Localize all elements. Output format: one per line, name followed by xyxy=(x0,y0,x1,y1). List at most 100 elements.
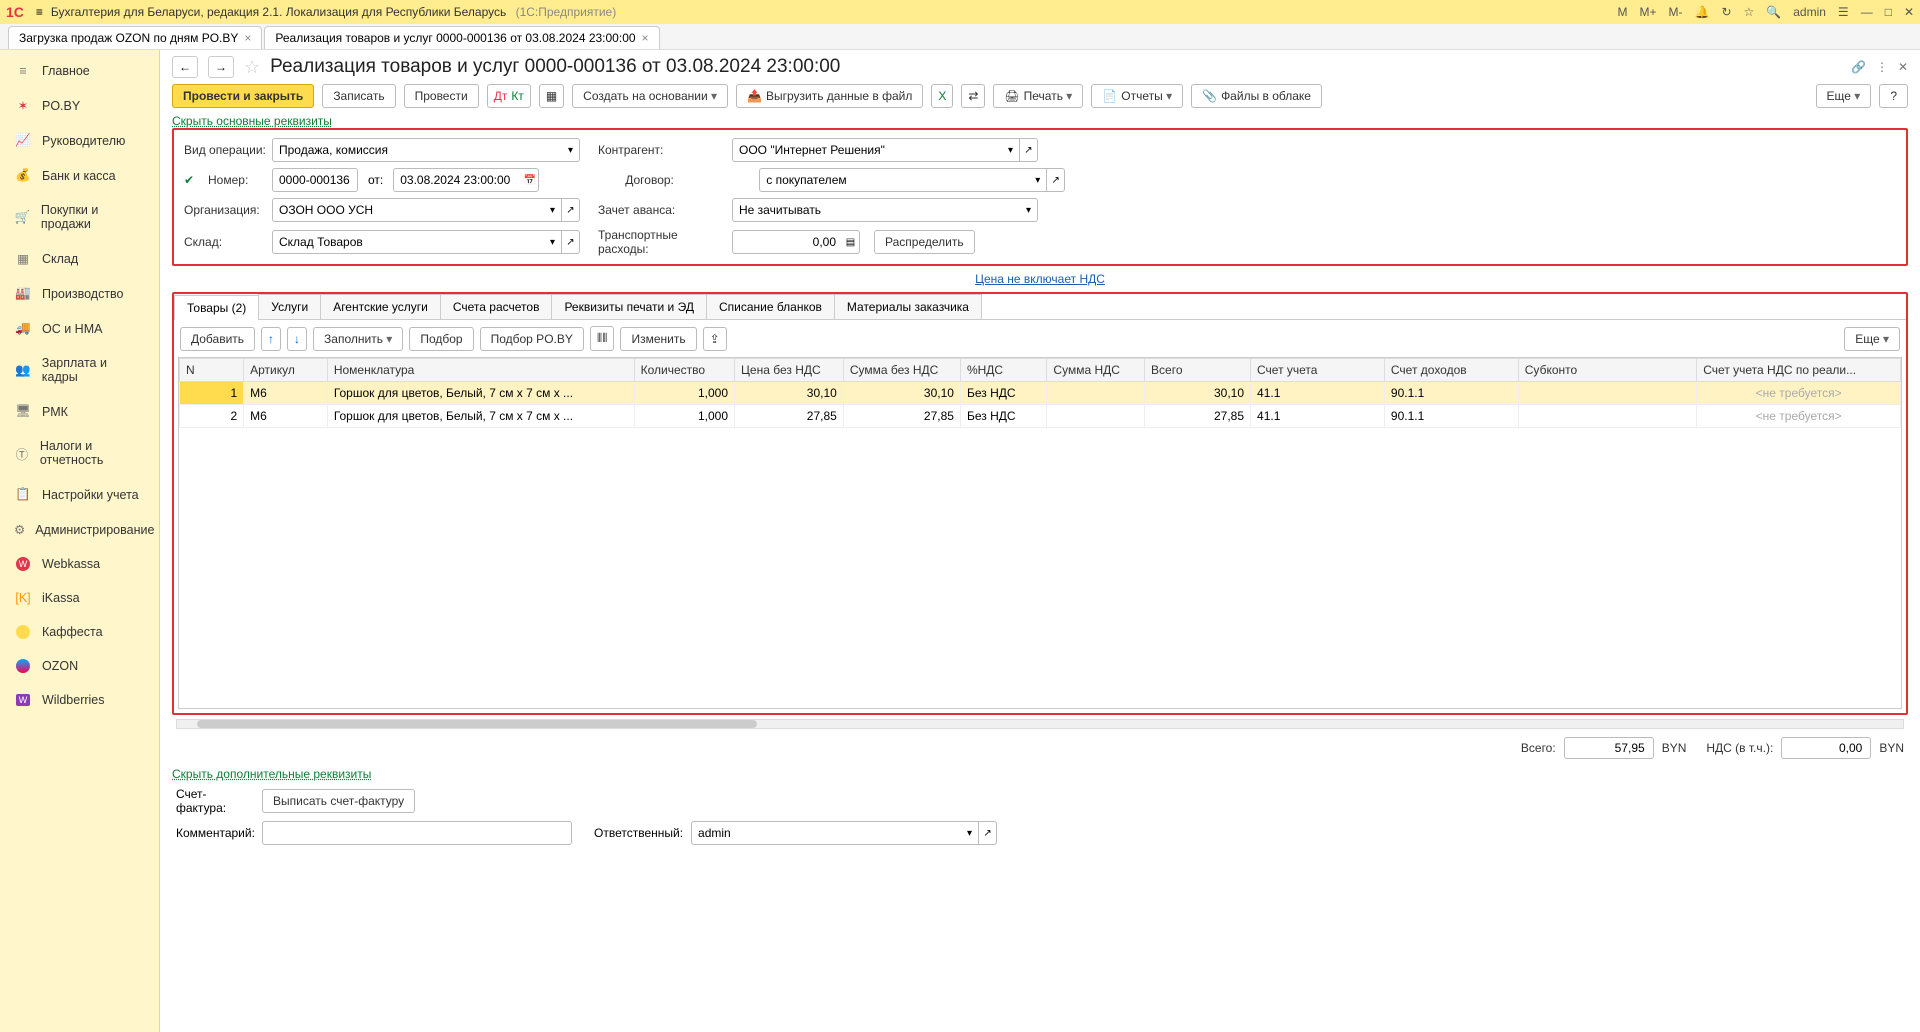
sidebar-item-wildberries[interactable]: WWildberries xyxy=(0,683,159,717)
post-button[interactable]: Провести xyxy=(404,84,479,108)
bell-icon[interactable]: 🔔 xyxy=(1695,5,1710,19)
excel-button[interactable]: X xyxy=(931,84,953,108)
export-file-button[interactable]: 📤Выгрузить данные в файл xyxy=(736,84,923,108)
date-input[interactable] xyxy=(393,168,521,192)
open-icon[interactable]: ↗ xyxy=(1020,138,1038,162)
col-article[interactable]: Артикул xyxy=(244,359,328,382)
settings-icon[interactable]: ☰ xyxy=(1838,5,1849,19)
tab-realization[interactable]: Реализация товаров и услуг 0000-000136 о… xyxy=(264,26,659,49)
sidebar-item-production[interactable]: 🏭Производство xyxy=(0,276,159,311)
sidebar-item-main[interactable]: ≡Главное xyxy=(0,54,159,88)
calendar-icon[interactable]: 📅 xyxy=(521,168,539,192)
wh-input[interactable] xyxy=(272,230,544,254)
tab-ozon-load[interactable]: Загрузка продаж OZON по дням PO.BY × xyxy=(8,26,262,49)
structure-button[interactable]: ▦ xyxy=(539,84,564,108)
more-button[interactable]: Еще xyxy=(1816,84,1872,108)
fill-button[interactable]: Заполнить xyxy=(313,327,403,351)
cloud-files-button[interactable]: 📎Файлы в облаке xyxy=(1191,84,1322,108)
tab-services[interactable]: Услуги xyxy=(258,294,321,319)
tab-materials[interactable]: Материалы заказчика xyxy=(834,294,982,319)
tab-accounts[interactable]: Счета расчетов xyxy=(440,294,553,319)
open-icon[interactable]: ↗ xyxy=(979,821,997,845)
sidebar-item-assets[interactable]: 🚚ОС и НМА xyxy=(0,311,159,346)
refresh-button[interactable]: ⇄ xyxy=(961,84,985,108)
sidebar-item-webkassa[interactable]: WWebkassa xyxy=(0,547,159,581)
hamburger-icon[interactable]: ≡ xyxy=(36,5,43,19)
hide-main-link[interactable]: Скрыть основные реквизиты xyxy=(172,114,332,128)
grid-more-button[interactable]: Еще xyxy=(1844,327,1900,351)
sidebar-item-tax[interactable]: ⓉНалоги и отчетность xyxy=(0,429,159,477)
col-nomenclature[interactable]: Номенклатура xyxy=(327,359,634,382)
sidebar-item-rmk[interactable]: 🖥РМК xyxy=(0,394,159,429)
sidebar-item-ozon[interactable]: OZON xyxy=(0,649,159,683)
memory-mminus[interactable]: М- xyxy=(1669,5,1683,19)
barcode-button[interactable]: ⦀⦀ xyxy=(590,326,615,351)
dog-input[interactable] xyxy=(759,168,1029,192)
tab-agent-services[interactable]: Агентские услуги xyxy=(320,294,441,319)
sidebar-item-admin[interactable]: ⚙Администрирование xyxy=(0,512,159,547)
dt-kt-button[interactable]: ДтКт xyxy=(487,84,531,108)
dropdown-icon[interactable]: ▾ xyxy=(961,821,979,845)
sidebar-item-bank[interactable]: 💰Банк и касса xyxy=(0,158,159,193)
tab-close-icon[interactable]: × xyxy=(642,31,649,45)
tr-input[interactable] xyxy=(732,230,842,254)
tab-close-icon[interactable]: × xyxy=(244,31,251,45)
write-button[interactable]: Записать xyxy=(322,84,395,108)
maximize-icon[interactable]: □ xyxy=(1885,5,1892,19)
sidebar-item-ikassa[interactable]: [K]iKassa xyxy=(0,581,159,615)
open-icon[interactable]: ↗ xyxy=(562,230,580,254)
col-acc[interactable]: Счет учета xyxy=(1251,359,1385,382)
close-icon[interactable]: ✕ xyxy=(1904,5,1914,19)
horizontal-scrollbar[interactable] xyxy=(176,719,1904,729)
history-icon[interactable]: ↻ xyxy=(1721,5,1731,19)
reports-button[interactable]: 📄Отчеты xyxy=(1091,84,1183,108)
close-page-icon[interactable]: ✕ xyxy=(1898,60,1908,74)
minimize-icon[interactable]: — xyxy=(1861,5,1873,19)
goods-grid[interactable]: N Артикул Номенклатура Количество Цена б… xyxy=(178,357,1902,709)
hide-extra-link[interactable]: Скрыть дополнительные реквизиты xyxy=(172,767,371,781)
memory-m[interactable]: М xyxy=(1617,5,1627,19)
sidebar-item-manager[interactable]: 📈Руководителю xyxy=(0,123,159,158)
tab-goods[interactable]: Товары (2) xyxy=(174,295,259,320)
post-close-button[interactable]: Провести и закрыть xyxy=(172,84,314,108)
num-input[interactable] xyxy=(272,168,358,192)
col-vatp[interactable]: %НДС xyxy=(960,359,1046,382)
col-income[interactable]: Счет доходов xyxy=(1384,359,1518,382)
col-sum[interactable]: Сумма без НДС xyxy=(843,359,960,382)
org-input[interactable] xyxy=(272,198,544,222)
add-row-button[interactable]: Добавить xyxy=(180,327,255,351)
ctr-input[interactable] xyxy=(732,138,1002,162)
import-button[interactable]: ⇪ xyxy=(703,327,727,351)
sidebar-item-settings[interactable]: 📋Настройки учета xyxy=(0,477,159,512)
memory-mplus[interactable]: М+ xyxy=(1639,5,1656,19)
dropdown-icon[interactable]: ▾ xyxy=(1002,138,1020,162)
move-up-button[interactable]: ↑ xyxy=(261,327,281,351)
sidebar-item-hr[interactable]: 👥Зарплата и кадры xyxy=(0,346,159,394)
tab-blanks[interactable]: Списание бланков xyxy=(706,294,835,319)
sidebar-item-sales[interactable]: 🛒Покупки и продажи xyxy=(0,193,159,241)
move-down-button[interactable]: ↓ xyxy=(287,327,307,351)
pick-poby-button[interactable]: Подбор PO.BY xyxy=(480,327,584,351)
create-based-button[interactable]: Создать на основании xyxy=(572,84,728,108)
nav-back-button[interactable]: ← xyxy=(172,56,198,78)
adv-input[interactable] xyxy=(732,198,1020,222)
op-input[interactable] xyxy=(272,138,562,162)
more-icon[interactable]: ⋮ xyxy=(1876,60,1888,74)
print-button[interactable]: 🖨Печать xyxy=(993,84,1083,108)
col-subkonto[interactable]: Субконто xyxy=(1518,359,1697,382)
open-icon[interactable]: ↗ xyxy=(562,198,580,222)
dropdown-icon[interactable]: ▾ xyxy=(562,138,580,162)
favorite-star-icon[interactable]: ☆ xyxy=(244,57,260,78)
comment-input[interactable] xyxy=(262,821,572,845)
dropdown-icon[interactable]: ▾ xyxy=(544,198,562,222)
col-qty[interactable]: Количество xyxy=(634,359,734,382)
col-price[interactable]: Цена без НДС xyxy=(735,359,844,382)
col-n[interactable]: N xyxy=(180,359,244,382)
star-icon[interactable]: ☆ xyxy=(1744,5,1755,19)
edit-row-button[interactable]: Изменить xyxy=(620,327,696,351)
table-row[interactable]: 1 M6 Горшок для цветов, Белый, 7 см x 7 … xyxy=(180,382,1901,405)
nav-forward-button[interactable]: → xyxy=(208,56,234,78)
tab-print-req[interactable]: Реквизиты печати и ЭД xyxy=(551,294,707,319)
link-icon[interactable]: 🔗 xyxy=(1851,60,1866,74)
sidebar-item-poby[interactable]: ✶PO.BY xyxy=(0,88,159,123)
